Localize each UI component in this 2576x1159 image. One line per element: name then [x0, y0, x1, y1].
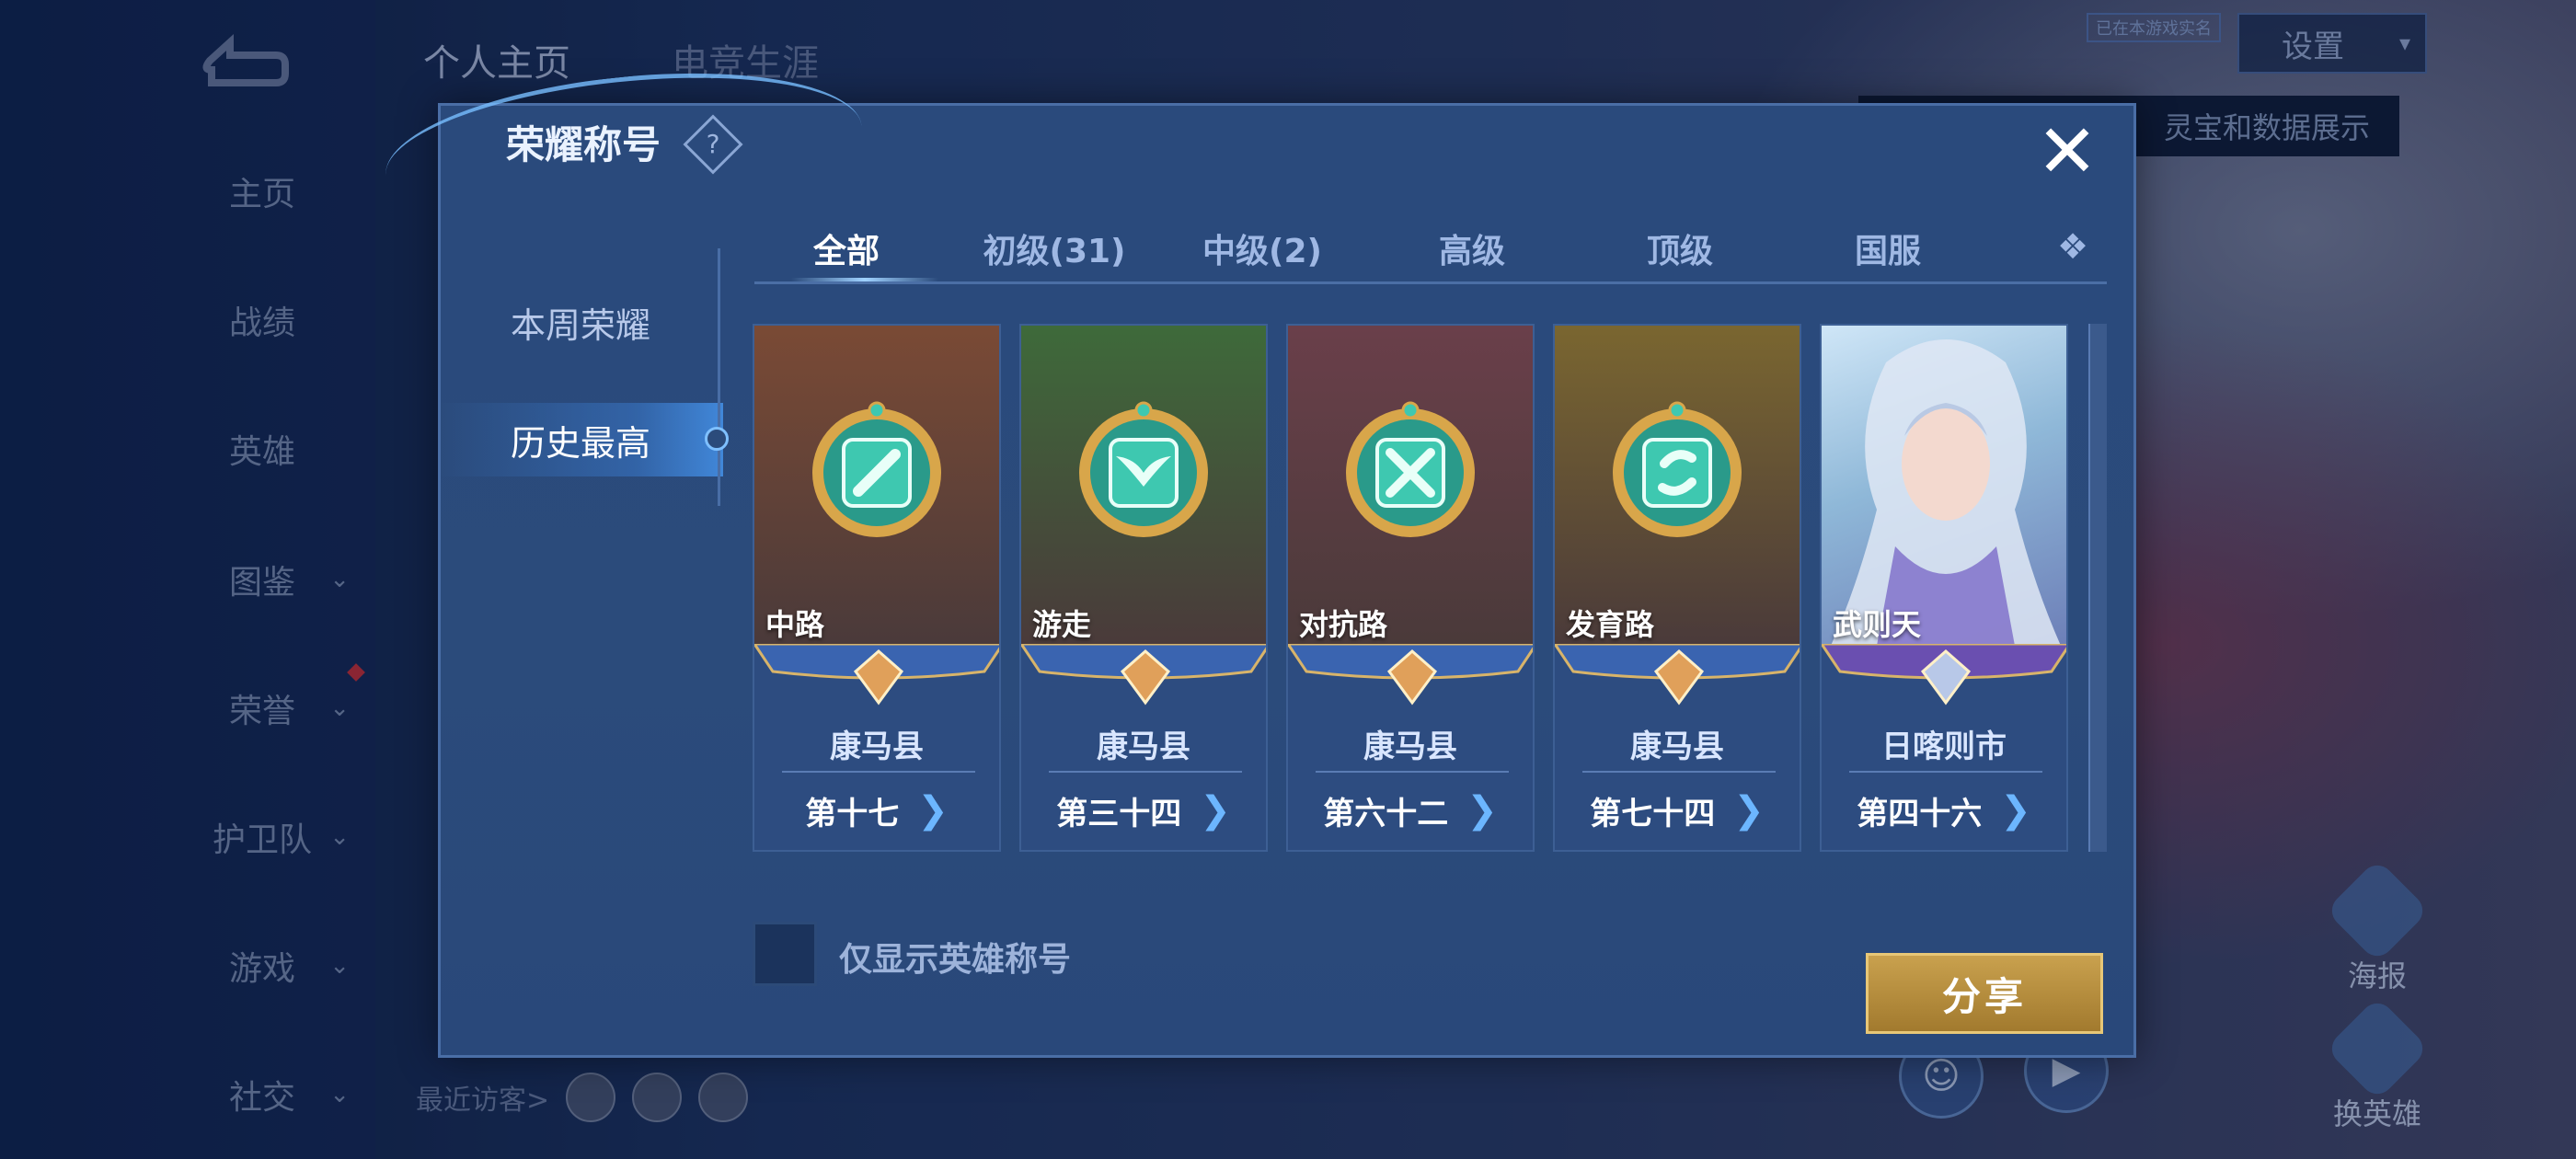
card-title: 游走 [1032, 607, 1092, 642]
tab-all[interactable]: 全部 [754, 221, 938, 276]
card-background [1555, 326, 1800, 646]
silver-rank-emblem [1822, 642, 2066, 717]
checkbox-label: 仅显示英雄称号 [839, 941, 1072, 979]
card-title: 中路 [765, 607, 825, 642]
card-rank-link[interactable]: 第四十六 ❯ [1822, 780, 2066, 841]
next-card-peek [2088, 324, 2107, 852]
tab-advanced[interactable]: 高级 [1380, 221, 1564, 276]
card-background [754, 326, 999, 646]
chevron-right-icon: ❯ [1466, 789, 1498, 832]
card-rank-link[interactable]: 第六十二 ❯ [1288, 780, 1533, 841]
card-rank-text: 第七十四 [1590, 795, 1716, 832]
card-divider [1049, 771, 1242, 773]
card-divider [1316, 771, 1509, 773]
bronze-rank-emblem [754, 642, 999, 717]
close-button[interactable]: ✕ [2033, 115, 2101, 189]
tab-top[interactable]: 顶级 [1588, 221, 1772, 276]
chevron-right-icon: ❯ [1200, 789, 1231, 832]
card-title: 发育路 [1566, 607, 1655, 642]
card-rank-link[interactable]: 第七十四 ❯ [1555, 780, 1800, 841]
card-title: 对抗路 [1299, 607, 1388, 642]
card-location: 康马县 [1630, 729, 1724, 765]
bronze-rank-emblem [1555, 642, 1800, 717]
wings-icon [1079, 401, 1208, 537]
chevron-right-icon: ❯ [2000, 789, 2031, 832]
hero-portrait [1831, 339, 2061, 646]
card-location: 康马县 [1097, 729, 1190, 765]
card-divider [1582, 771, 1776, 773]
arrow-ring-icon [1613, 401, 1742, 537]
card-title: 武则天 [1833, 607, 1922, 642]
hero-titles-only-checkbox[interactable] [753, 922, 817, 986]
card-rank-text: 第四十六 [1857, 795, 1983, 832]
card-background [1822, 326, 2066, 646]
card-divider [782, 771, 975, 773]
tier-tabs: 全部 初级(31) 中级(2) 高级 顶级 国服 [754, 221, 2107, 285]
active-indicator-dot [705, 427, 729, 451]
tab-beginner[interactable]: 初级(31) [962, 221, 1146, 276]
card-divider [1849, 771, 2042, 773]
tab-divider [754, 281, 2107, 284]
tab-intermediate[interactable]: 中级(2) [1170, 221, 1354, 276]
chevron-right-icon: ❯ [1733, 789, 1765, 832]
card-rank-text: 第六十二 [1323, 795, 1449, 832]
more-tabs-icon[interactable]: ❖ [2057, 226, 2088, 267]
crossed-swords-icon [1346, 401, 1475, 537]
menu-history-best[interactable]: 历史最高 [438, 403, 723, 476]
card-background [1288, 326, 1533, 646]
card-location: 康马县 [1363, 729, 1457, 765]
card-rank-text: 第十七 [805, 795, 900, 832]
modal-title: 荣耀称号 [506, 122, 661, 167]
card-rank-link[interactable]: 第三十四 ❯ [1021, 780, 1266, 841]
sword-icon [812, 401, 941, 537]
tab-national[interactable]: 国服 [1796, 221, 1980, 276]
title-card[interactable]: 武则天日喀则市第四十六 ❯ [1820, 324, 2068, 852]
card-rank-link[interactable]: 第十七 ❯ [754, 780, 999, 841]
chevron-right-icon: ❯ [917, 789, 949, 832]
title-card[interactable]: 对抗路康马县第六十二 ❯ [1286, 324, 1535, 852]
card-background [1021, 326, 1266, 646]
card-location: 日喀则市 [1881, 729, 2007, 765]
menu-divider [718, 248, 720, 506]
bronze-rank-emblem [1021, 642, 1266, 717]
share-button[interactable]: 分享 [1866, 953, 2103, 1034]
title-card[interactable]: 发育路康马县第七十四 ❯ [1553, 324, 1801, 852]
menu-weekly-honor[interactable]: 本周荣耀 [438, 285, 723, 359]
title-card[interactable]: 游走康马县第三十四 ❯ [1019, 324, 1268, 852]
bronze-rank-emblem [1288, 642, 1533, 717]
title-card[interactable]: 中路康马县第十七 ❯ [753, 324, 1001, 852]
card-rank-text: 第三十四 [1056, 795, 1182, 832]
card-location: 康马县 [830, 729, 924, 765]
